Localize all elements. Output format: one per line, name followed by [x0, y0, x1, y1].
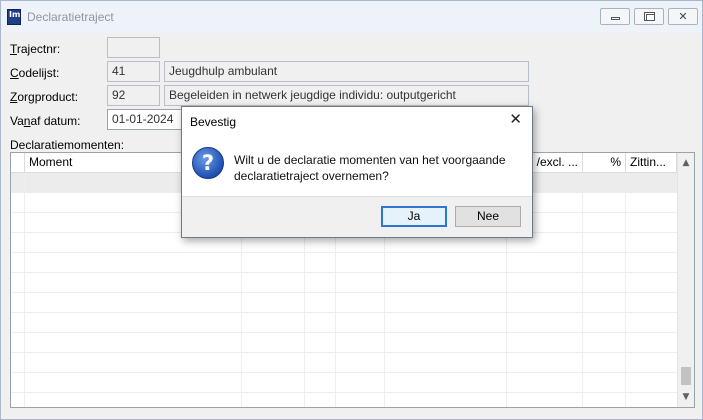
column-header-zittingen[interactable]: Zittin... [626, 153, 677, 173]
zorgproduct-label: Zorgproduct: [10, 90, 79, 104]
table-row[interactable] [11, 273, 677, 293]
dialog-title: Bevestig [190, 115, 237, 129]
maximize-button[interactable] [634, 8, 664, 25]
vanaf-datum-field[interactable]: 01-01-2024 [107, 109, 187, 130]
confirm-dialog: Bevestig ✕ ? Wilt u de declaratie moment… [181, 106, 533, 238]
grid-divider [582, 173, 583, 407]
trajectnr-label: Trajectnr: [10, 42, 61, 56]
window-title: Declaratietraject [27, 10, 114, 24]
maximize-icon [644, 12, 655, 21]
title-bar[interactable]: Im Declaratietraject ✕ [1, 1, 702, 33]
close-button[interactable]: ✕ [668, 8, 698, 25]
declaratiemomenten-label: Declaratiemomenten: [10, 138, 125, 152]
minimize-button[interactable] [600, 8, 630, 25]
dialog-footer: Ja Nee [182, 196, 532, 237]
grid-divider [625, 173, 626, 407]
column-header-percentage[interactable]: % [583, 153, 626, 173]
codelijst-code-field[interactable]: 41 [107, 61, 160, 82]
table-row[interactable] [11, 373, 677, 393]
vanaf-datum-label: Vanaf datum: [10, 114, 81, 128]
dialog-message: Wilt u de declaratie momenten van het vo… [234, 153, 506, 183]
codelijst-label: Codelijst: [10, 66, 60, 80]
close-icon: ✕ [678, 10, 688, 23]
minimize-icon [611, 17, 620, 20]
table-row[interactable] [11, 333, 677, 353]
dialog-close-icon[interactable]: ✕ [509, 112, 522, 127]
table-row[interactable] [11, 393, 677, 407]
vertical-scrollbar[interactable]: ▲ ▼ [677, 153, 694, 407]
codelijst-description-field[interactable]: Jeugdhulp ambulant [164, 61, 529, 82]
app-icon: Im [7, 9, 21, 25]
no-button[interactable]: Nee [455, 206, 521, 227]
table-row[interactable] [11, 253, 677, 273]
table-row[interactable] [11, 293, 677, 313]
table-row[interactable] [11, 313, 677, 333]
zorgproduct-code-field[interactable]: 92 [107, 85, 160, 106]
scroll-down-icon[interactable]: ▼ [678, 389, 694, 405]
trajectnr-field[interactable] [107, 37, 160, 58]
scroll-up-icon[interactable]: ▲ [678, 155, 694, 171]
row-selector-header [11, 153, 25, 173]
table-row[interactable] [11, 353, 677, 373]
question-icon: ? [192, 147, 224, 179]
scroll-thumb[interactable] [681, 367, 691, 385]
grid-divider [24, 173, 25, 407]
yes-button[interactable]: Ja [381, 206, 447, 227]
zorgproduct-description-field[interactable]: Begeleiden in netwerk jeugdige individu:… [164, 85, 529, 106]
